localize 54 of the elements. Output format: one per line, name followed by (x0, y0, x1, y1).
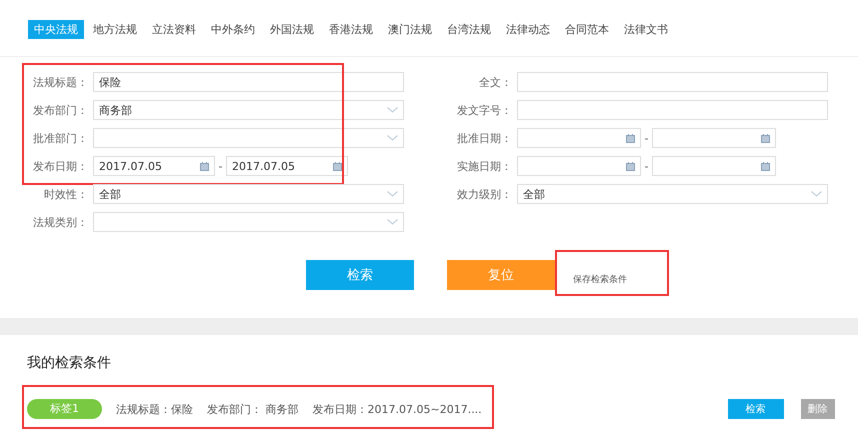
section-title: 我的检索条件 (27, 354, 112, 373)
condition-text: 法规标题：保险 (116, 402, 193, 416)
date-field[interactable]: 2017.07.05 (226, 156, 348, 176)
select-field[interactable]: 全部 (517, 184, 828, 204)
nav-tab[interactable]: 澳门法规 (382, 20, 438, 39)
nav-tab[interactable]: 地方法规 (87, 20, 143, 39)
calendar-icon[interactable] (333, 162, 342, 170)
select-field[interactable] (93, 212, 404, 232)
nav-tab[interactable]: 香港法规 (323, 20, 379, 39)
condition-text: 发布日期：2017.07.05~2017.... (312, 402, 482, 416)
nav-tab[interactable]: 外国法规 (264, 20, 320, 39)
text-field[interactable] (517, 72, 828, 92)
calendar-icon[interactable] (761, 134, 770, 142)
save-conditions-link[interactable]: 保存检索条件 (555, 250, 669, 296)
date-field[interactable] (517, 156, 641, 176)
range-separator: - (644, 160, 650, 172)
nav-tab[interactable]: 法律动态 (500, 20, 556, 39)
chevron-down-icon[interactable] (387, 191, 398, 197)
range-separator: - (644, 132, 650, 144)
text-field[interactable] (517, 100, 828, 120)
range-separator: - (218, 160, 224, 172)
field-label: 批准部门： (32, 130, 88, 146)
calendar-icon[interactable] (761, 162, 770, 170)
field-label: 批准日期： (456, 130, 512, 146)
date-field[interactable] (652, 128, 776, 148)
nav-tab[interactable]: 台湾法规 (441, 20, 497, 39)
select-field[interactable]: 全部 (93, 184, 404, 204)
field-label: 发布日期： (32, 158, 88, 174)
select-field[interactable] (93, 128, 404, 148)
nav-tab[interactable]: 法律文书 (618, 20, 674, 39)
nav-tab[interactable]: 立法资料 (146, 20, 202, 39)
chevron-down-icon[interactable] (811, 191, 822, 197)
nav-tab[interactable]: 中外条约 (205, 20, 261, 39)
field-label: 时效性： (43, 186, 88, 202)
date-field[interactable]: 2017.07.05 (93, 156, 215, 176)
field-label: 法规类别： (32, 214, 88, 230)
chevron-down-icon[interactable] (387, 107, 398, 113)
condition-text: 发布部门： 商务部 (207, 402, 298, 416)
field-label: 实施日期： (456, 158, 512, 174)
field-label: 发文字号： (456, 102, 512, 118)
field-label: 全文： (478, 74, 512, 90)
calendar-icon[interactable] (626, 162, 635, 170)
date-field[interactable] (652, 156, 776, 176)
field-label: 效力级别： (456, 186, 512, 202)
date-field[interactable] (517, 128, 641, 148)
calendar-icon[interactable] (626, 134, 635, 142)
chevron-down-icon[interactable] (387, 135, 398, 141)
select-field[interactable]: 商务部 (93, 100, 404, 120)
field-label: 法规标题： (32, 74, 88, 90)
calendar-icon[interactable] (200, 162, 209, 170)
chevron-down-icon[interactable] (387, 219, 398, 225)
text-field[interactable]: 保险 (93, 72, 404, 92)
field-label: 发布部门： (32, 102, 88, 118)
nav-tab[interactable]: 合同范本 (559, 20, 615, 39)
